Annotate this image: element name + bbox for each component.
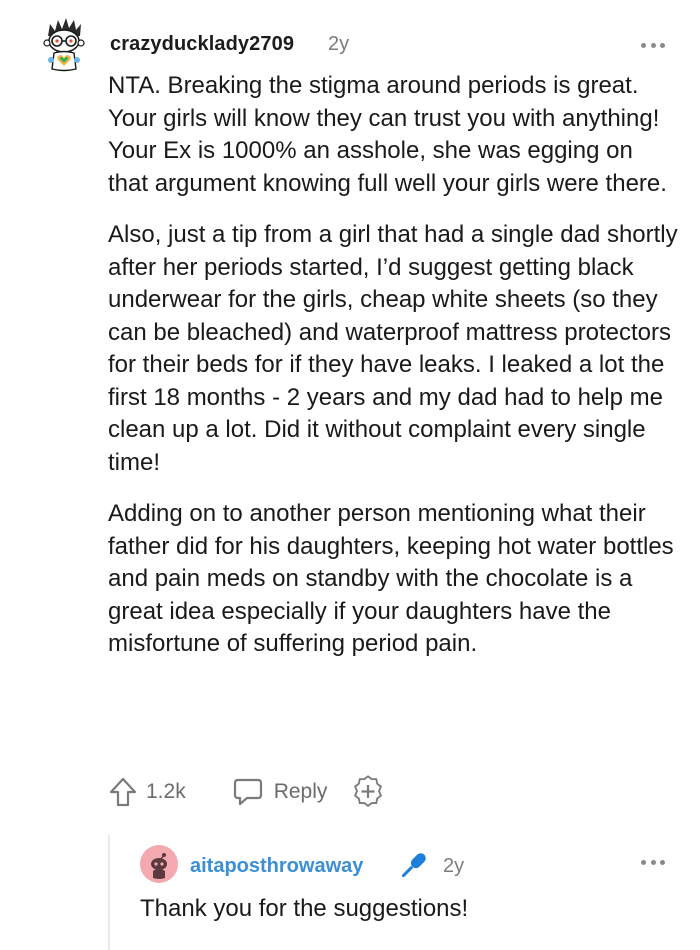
comment-age: 2y <box>328 33 350 55</box>
comment-body: NTA. Breaking the stigma around periods … <box>108 70 678 680</box>
reply-button[interactable]: Reply <box>232 777 328 807</box>
award-button[interactable] <box>351 775 385 809</box>
comment-paragraph: Also, just a tip from a girl that had a … <box>108 221 678 476</box>
thread-line[interactable] <box>108 835 110 950</box>
upvote-icon[interactable] <box>108 776 138 808</box>
user-avatar[interactable] <box>34 14 96 76</box>
comment-username[interactable]: crazyducklady2709 <box>110 33 294 56</box>
comment-paragraph: NTA. Breaking the stigma around periods … <box>108 72 667 197</box>
reply-body: Thank you for the suggestions! <box>140 895 469 922</box>
user-avatar[interactable] <box>140 845 178 883</box>
reply-icon <box>233 778 262 806</box>
reply-age: 2y <box>443 855 465 877</box>
more-icon[interactable] <box>641 41 665 49</box>
comment-actions: 1.2k Reply <box>108 772 385 812</box>
comment-paragraph: Adding on to another person mentioning w… <box>108 500 674 657</box>
more-icon[interactable] <box>641 858 665 866</box>
microphone-icon <box>401 853 426 878</box>
upvote-button[interactable]: 1.2k <box>108 776 186 808</box>
upvote-count: 1.2k <box>146 780 186 803</box>
reply-username[interactable]: aitaposthrowaway <box>190 855 363 878</box>
reply-label: Reply <box>273 780 328 803</box>
award-icon <box>354 775 383 807</box>
